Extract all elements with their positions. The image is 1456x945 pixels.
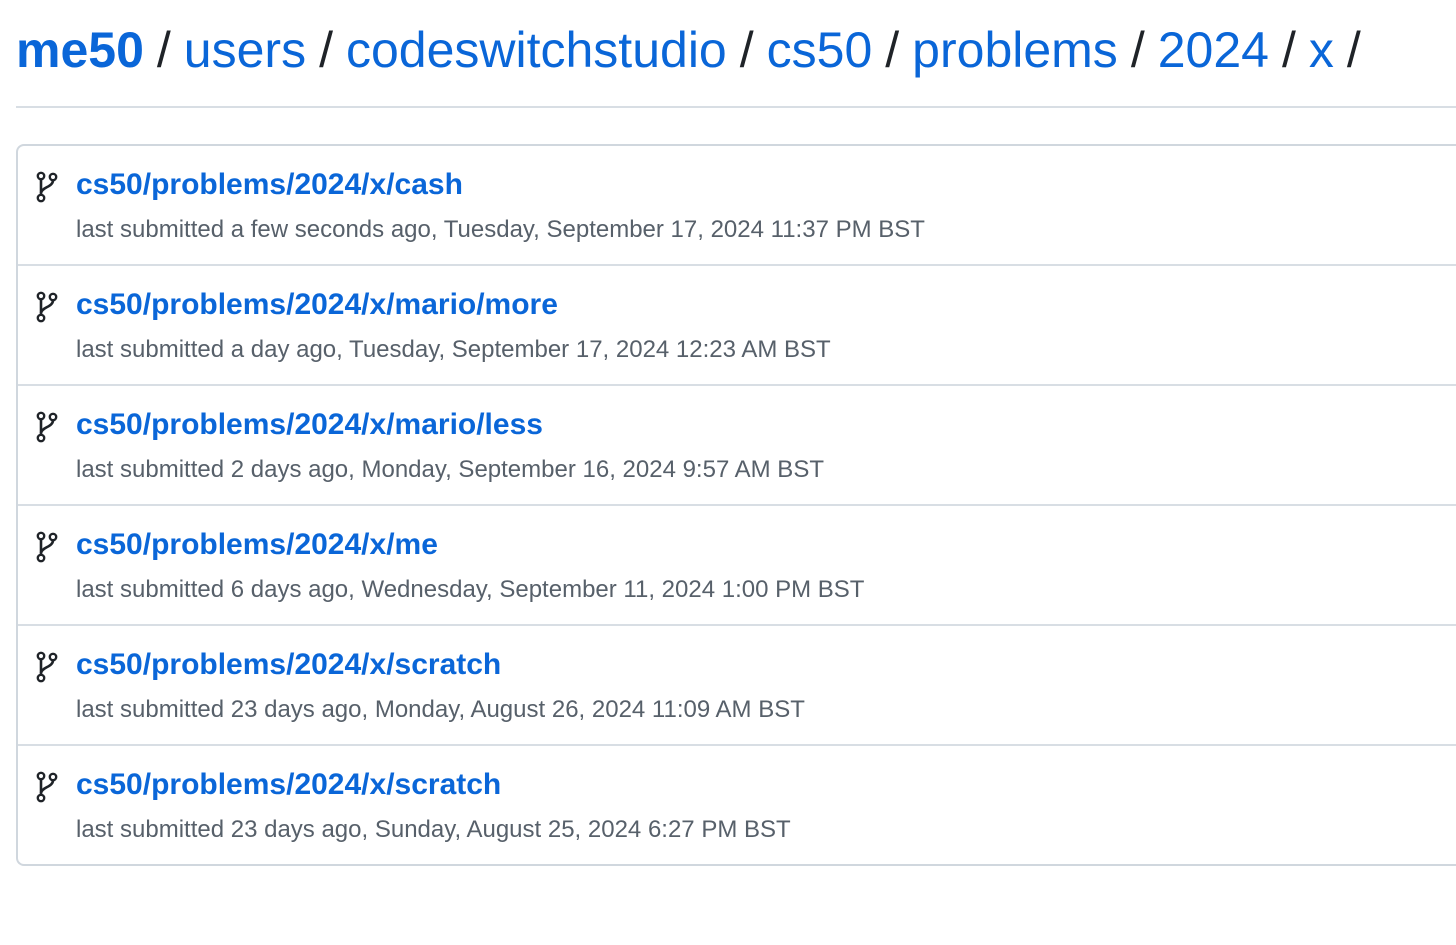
breadcrumb-separator: / — [885, 22, 900, 78]
submission-timestamp: last submitted a day ago, Tuesday, Septe… — [76, 336, 831, 363]
submission-row: cs50/problems/2024/x/cash last submitted… — [18, 146, 1456, 266]
submission-link[interactable]: cs50/problems/2024/x/mario/less — [76, 408, 543, 442]
submission-row: cs50/problems/2024/x/mario/less last sub… — [18, 386, 1456, 506]
breadcrumb-item-problems[interactable]: problems — [912, 18, 1118, 82]
git-branch-icon — [36, 531, 58, 563]
submission-row: cs50/problems/2024/x/scratch last submit… — [18, 626, 1456, 746]
git-branch-icon — [36, 411, 58, 443]
breadcrumb: me50 / users / codeswitchstudio / cs50 /… — [16, 18, 1361, 82]
git-branch-icon — [36, 171, 58, 203]
submission-link[interactable]: cs50/problems/2024/x/scratch — [76, 768, 501, 802]
breadcrumb-separator: / — [156, 22, 171, 78]
submission-timestamp: last submitted 2 days ago, Monday, Septe… — [76, 456, 824, 483]
submission-row: cs50/problems/2024/x/mario/more last sub… — [18, 266, 1456, 386]
breadcrumb-separator: / — [1130, 22, 1145, 78]
submission-list: cs50/problems/2024/x/cash last submitted… — [16, 144, 1456, 866]
breadcrumb-separator: / — [319, 22, 333, 78]
breadcrumb-separator: / — [739, 22, 754, 78]
breadcrumb-item-user[interactable]: codeswitchstudio — [346, 18, 727, 82]
submission-timestamp: last submitted 23 days ago, Sunday, Augu… — [76, 816, 791, 843]
git-branch-icon — [36, 651, 58, 683]
breadcrumb-separator: / — [1281, 22, 1296, 78]
submission-link[interactable]: cs50/problems/2024/x/cash — [76, 168, 463, 202]
submission-link[interactable]: cs50/problems/2024/x/mario/more — [76, 288, 558, 322]
breadcrumb-item-users[interactable]: users — [184, 18, 306, 82]
breadcrumb-item-cs50[interactable]: cs50 — [767, 18, 873, 82]
submission-timestamp: last submitted 6 days ago, Wednesday, Se… — [76, 576, 865, 603]
git-branch-icon — [36, 291, 58, 323]
git-branch-icon — [36, 771, 58, 803]
breadcrumb-item-year[interactable]: 2024 — [1158, 18, 1269, 82]
submission-timestamp: last submitted 23 days ago, Monday, Augu… — [76, 696, 805, 723]
submission-link[interactable]: cs50/problems/2024/x/scratch — [76, 648, 501, 682]
submission-row: cs50/problems/2024/x/scratch last submit… — [18, 746, 1456, 864]
header-divider — [16, 106, 1456, 108]
submission-timestamp: last submitted a few seconds ago, Tuesda… — [76, 216, 925, 243]
submission-row: cs50/problems/2024/x/me last submitted 6… — [18, 506, 1456, 626]
breadcrumb-item-me50[interactable]: me50 — [16, 18, 144, 82]
breadcrumb-separator: / — [1346, 22, 1361, 78]
submission-link[interactable]: cs50/problems/2024/x/me — [76, 528, 438, 562]
breadcrumb-item-x[interactable]: x — [1309, 18, 1334, 82]
